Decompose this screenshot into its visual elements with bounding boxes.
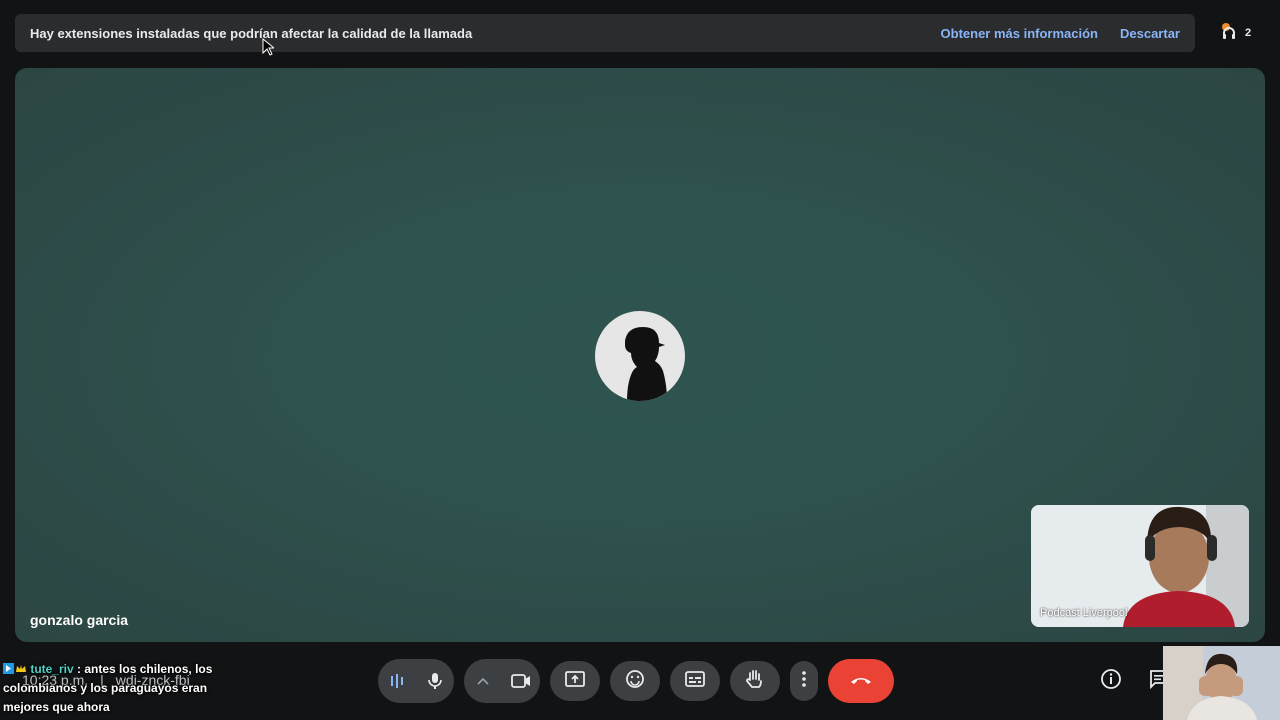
self-view-label: Podcast Liverpool	[1040, 607, 1128, 619]
more-options-button[interactable]	[790, 661, 818, 701]
camera-icon[interactable]	[502, 659, 540, 703]
self-view-tile[interactable]: Podcast Liverpool	[1031, 505, 1249, 627]
emoji-icon	[625, 669, 645, 694]
present-screen-button[interactable]	[550, 661, 600, 701]
chevron-up-icon[interactable]	[464, 659, 502, 703]
raise-hand-button[interactable]	[730, 661, 780, 701]
more-options-icon	[802, 670, 806, 692]
microphone-icon[interactable]	[416, 659, 454, 703]
emoji-reactions-button[interactable]	[610, 661, 660, 701]
camera-control-group	[464, 659, 540, 703]
participant-avatar	[595, 311, 685, 401]
learn-more-link[interactable]: Obtener más información	[941, 26, 1098, 41]
audio-levels-icon[interactable]	[378, 659, 416, 703]
crown-badge-icon	[15, 661, 26, 672]
participants-indicator[interactable]: 2	[1208, 14, 1264, 52]
prime-badge-icon	[3, 661, 14, 674]
participants-count: 2	[1244, 27, 1252, 39]
present-screen-icon	[565, 670, 585, 692]
mic-control-group	[378, 659, 454, 703]
streamer-webcam-overlay	[1163, 646, 1280, 720]
meet-window: Hay extensiones instaladas que podrían a…	[0, 0, 1280, 720]
participants-icon	[1221, 22, 1237, 45]
mouse-cursor	[262, 37, 276, 61]
captions-icon	[685, 670, 705, 692]
webcam-feed	[1163, 646, 1280, 720]
silhouette-icon	[625, 327, 667, 401]
call-controls	[378, 659, 894, 703]
captions-button[interactable]	[670, 661, 720, 701]
side-panel-controls	[1098, 668, 1172, 694]
info-icon	[1100, 668, 1122, 695]
stream-chat-message: tute_riv : antes los chilenos, los colom…	[3, 660, 233, 717]
raise-hand-icon	[746, 669, 764, 694]
meeting-details-button[interactable]	[1098, 668, 1124, 694]
end-call-button[interactable]	[828, 659, 894, 703]
chat-username: tute_riv	[30, 662, 74, 676]
end-call-icon	[849, 672, 873, 690]
dismiss-button[interactable]: Descartar	[1120, 26, 1180, 41]
extension-warning-banner: Hay extensiones instaladas que podrían a…	[15, 14, 1195, 52]
banner-message: Hay extensiones instaladas que podrían a…	[30, 25, 473, 41]
participant-name: gonzalo garcia	[30, 612, 129, 628]
